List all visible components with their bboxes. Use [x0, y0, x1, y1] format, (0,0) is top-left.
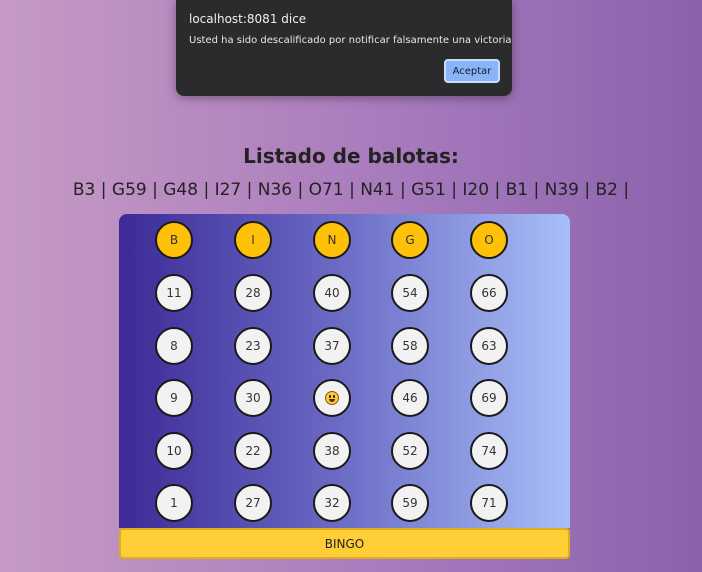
board-cell[interactable]: 23	[234, 327, 272, 365]
board-cell[interactable]: 66	[470, 274, 508, 312]
board-cell[interactable]: 37	[313, 327, 351, 365]
column-header-o: O	[470, 221, 508, 259]
smiley-icon	[325, 391, 339, 405]
board-cell[interactable]: 22	[234, 432, 272, 470]
board-cell[interactable]: 27	[234, 484, 272, 522]
board-cell[interactable]: 69	[470, 379, 508, 417]
board-cell[interactable]: 63	[470, 327, 508, 365]
board-cell[interactable]: 9	[155, 379, 193, 417]
board-cell[interactable]: 40	[313, 274, 351, 312]
board-cell[interactable]: 38	[313, 432, 351, 470]
board-cell[interactable]: 59	[391, 484, 429, 522]
column-header-n: N	[313, 221, 351, 259]
column-header-b: B	[155, 221, 193, 259]
board-cell[interactable]: 32	[313, 484, 351, 522]
board-cell[interactable]: 10	[155, 432, 193, 470]
column-header-g: G	[391, 221, 429, 259]
page-title: Listado de balotas:	[243, 144, 459, 168]
bingo-button[interactable]: BINGO	[119, 528, 570, 559]
board-cell[interactable]: 30	[234, 379, 272, 417]
called-balls-list: B3 | G59 | G48 | I27 | N36 | O71 | N41 |…	[72, 180, 630, 200]
board-cell[interactable]: 28	[234, 274, 272, 312]
alert-title: localhost:8081 dice	[189, 12, 307, 26]
alert-dialog: localhost:8081 dice Usted ha sido descal…	[176, 0, 512, 96]
board-cell[interactable]: 1	[155, 484, 193, 522]
bingo-board: B I N G O 11 28 40 54 66 8 23 37 58 63 9…	[119, 214, 570, 528]
board-cell[interactable]: 54	[391, 274, 429, 312]
board-cell[interactable]: 46	[391, 379, 429, 417]
column-header-i: I	[234, 221, 272, 259]
board-cell[interactable]: 74	[470, 432, 508, 470]
board-cell[interactable]: 8	[155, 327, 193, 365]
board-cell[interactable]: 58	[391, 327, 429, 365]
board-cell[interactable]: 71	[470, 484, 508, 522]
alert-message: Usted ha sido descalificado por notifica…	[189, 35, 512, 46]
board-cell[interactable]: 11	[155, 274, 193, 312]
free-space-cell[interactable]	[313, 379, 351, 417]
accept-button[interactable]: Aceptar	[444, 59, 500, 83]
board-cell[interactable]: 52	[391, 432, 429, 470]
